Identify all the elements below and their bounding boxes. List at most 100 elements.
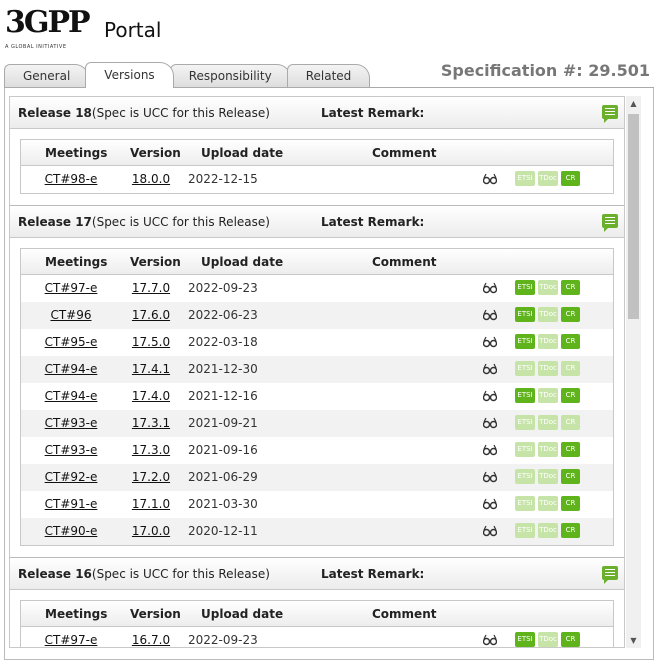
remarks-icon[interactable] — [602, 566, 618, 584]
glasses-icon[interactable] — [482, 525, 498, 537]
portal-logo[interactable]: Portal — [104, 18, 161, 42]
glasses-icon[interactable] — [482, 498, 498, 510]
version-link[interactable]: 17.0.0 — [132, 524, 170, 538]
tdoc-badge: TDoc — [538, 307, 558, 322]
versions-table: Meetings Version Upload date Comment CT#97-e… — [20, 248, 614, 546]
cr-badge[interactable]: CR — [561, 632, 580, 647]
meeting-link[interactable]: CT#96 — [50, 308, 91, 322]
glasses-icon[interactable] — [482, 309, 498, 321]
etsi-badge[interactable]: ETSI — [515, 307, 535, 322]
meeting-link[interactable]: CT#91-e — [45, 497, 98, 511]
action-badges: ETSI TDoc CR — [515, 442, 580, 457]
glasses-icon[interactable] — [482, 336, 498, 348]
glasses-icon[interactable] — [482, 390, 498, 402]
glasses-icon[interactable] — [482, 471, 498, 483]
etsi-badge[interactable]: ETSI — [515, 388, 535, 403]
table-row: CT#96 17.6.0 2022-06-23 ETSI TDoc CR — [21, 302, 613, 329]
col-comment: Comment — [372, 146, 437, 160]
tab-general[interactable]: General — [4, 64, 90, 88]
release-header: Release 16(Spec is UCC for this Release)… — [10, 558, 624, 590]
scroll-down-icon[interactable]: ▼ — [626, 633, 641, 648]
glasses-icon[interactable] — [482, 173, 498, 185]
remarks-icon[interactable] — [602, 105, 618, 123]
table-row: CT#95-e 17.5.0 2022-03-18 ETSI TDoc CR — [21, 329, 613, 356]
action-badges: ETSI TDoc CR — [515, 307, 580, 322]
upload-date: 2021-03-30 — [188, 497, 258, 511]
etsi-badge[interactable]: ETSI — [515, 334, 535, 349]
upload-date: 2021-06-29 — [188, 470, 258, 484]
meeting-link[interactable]: CT#92-e — [45, 470, 98, 484]
meeting-link[interactable]: CT#93-e — [45, 416, 98, 430]
page-header: 3GPP A GLOBAL INITIATIVE Portal — [0, 0, 658, 62]
glasses-icon[interactable] — [482, 634, 498, 646]
tdoc-badge: TDoc — [538, 361, 558, 376]
tdoc-badge: TDoc — [538, 388, 558, 403]
versions-table: Meetings Version Upload date Comment CT#98-e… — [20, 139, 614, 194]
meeting-link[interactable]: CT#95-e — [45, 335, 98, 349]
release-section: Release 17(Spec is UCC for this Release)… — [10, 206, 624, 558]
glasses-icon[interactable] — [482, 363, 498, 375]
tdoc-badge: TDoc — [538, 523, 558, 538]
cr-badge[interactable]: CR — [561, 496, 580, 511]
tab-responsibility[interactable]: Responsibility — [169, 64, 291, 88]
glasses-icon[interactable] — [482, 282, 498, 294]
col-meetings: Meetings — [45, 607, 108, 621]
version-link[interactable]: 17.3.1 — [132, 416, 170, 430]
cr-badge[interactable]: CR — [561, 469, 580, 484]
release-section: Release 16(Spec is UCC for this Release)… — [10, 558, 624, 647]
meeting-link[interactable]: CT#90-e — [45, 524, 98, 538]
release-title: Release 18(Spec is UCC for this Release) — [18, 106, 270, 120]
cr-badge[interactable]: CR — [561, 307, 580, 322]
version-link[interactable]: 17.4.1 — [132, 362, 170, 376]
cr-badge[interactable]: CR — [561, 171, 580, 186]
latest-remark-label: Latest Remark: — [321, 215, 425, 229]
versions-list[interactable]: Release 18(Spec is UCC for this Release)… — [9, 96, 625, 648]
upload-date: 2021-12-30 — [188, 362, 258, 376]
version-link[interactable]: 18.0.0 — [132, 172, 170, 186]
release-title: Release 16(Spec is UCC for this Release) — [18, 567, 270, 581]
version-link[interactable]: 17.6.0 — [132, 308, 170, 322]
tab-related[interactable]: Related — [286, 64, 371, 88]
scroll-up-icon[interactable]: ▲ — [626, 96, 641, 111]
table-row: CT#93-e 17.3.0 2021-09-16 ETSI TDoc CR — [21, 437, 613, 464]
3gpp-logo[interactable]: 3GPP A GLOBAL INITIATIVE — [5, 8, 91, 54]
version-link[interactable]: 16.7.0 — [132, 633, 170, 647]
cr-badge[interactable]: CR — [561, 442, 580, 457]
latest-remark-label: Latest Remark: — [321, 567, 425, 581]
cr-badge[interactable]: CR — [561, 388, 580, 403]
cr-badge: CR — [561, 361, 580, 376]
upload-date: 2022-03-18 — [188, 335, 258, 349]
vertical-scrollbar[interactable]: ▲ ▼ — [626, 96, 641, 648]
action-badges: ETSI TDoc CR — [515, 469, 580, 484]
etsi-badge[interactable]: ETSI — [515, 632, 535, 647]
version-link[interactable]: 17.7.0 — [132, 281, 170, 295]
glasses-icon[interactable] — [482, 417, 498, 429]
scroll-thumb[interactable] — [628, 114, 639, 319]
meeting-link[interactable]: CT#97-e — [45, 633, 98, 647]
meeting-link[interactable]: CT#94-e — [45, 362, 98, 376]
tab-versions[interactable]: Versions — [85, 62, 174, 88]
etsi-badge[interactable]: ETSI — [515, 280, 535, 295]
glasses-icon[interactable] — [482, 444, 498, 456]
table-row: CT#97-e 17.7.0 2022-09-23 ETSI TDoc CR — [21, 275, 613, 302]
col-meetings: Meetings — [45, 146, 108, 160]
version-link[interactable]: 17.2.0 — [132, 470, 170, 484]
meeting-link[interactable]: CT#97-e — [45, 281, 98, 295]
col-meetings: Meetings — [45, 255, 108, 269]
action-badges: ETSI TDoc CR — [515, 496, 580, 511]
version-link[interactable]: 17.5.0 — [132, 335, 170, 349]
remarks-icon[interactable] — [602, 214, 618, 232]
version-link[interactable]: 17.4.0 — [132, 389, 170, 403]
etsi-badge: ETSI — [515, 469, 535, 484]
cr-badge[interactable]: CR — [561, 334, 580, 349]
logo-mark: 3GPP — [5, 5, 91, 40]
meeting-link[interactable]: CT#98-e — [45, 172, 98, 186]
cr-badge[interactable]: CR — [561, 280, 580, 295]
cr-badge[interactable]: CR — [561, 523, 580, 538]
meeting-link[interactable]: CT#94-e — [45, 389, 98, 403]
action-badges: ETSI TDoc CR — [515, 334, 580, 349]
upload-date: 2022-09-23 — [188, 633, 258, 647]
meeting-link[interactable]: CT#93-e — [45, 443, 98, 457]
version-link[interactable]: 17.1.0 — [132, 497, 170, 511]
version-link[interactable]: 17.3.0 — [132, 443, 170, 457]
